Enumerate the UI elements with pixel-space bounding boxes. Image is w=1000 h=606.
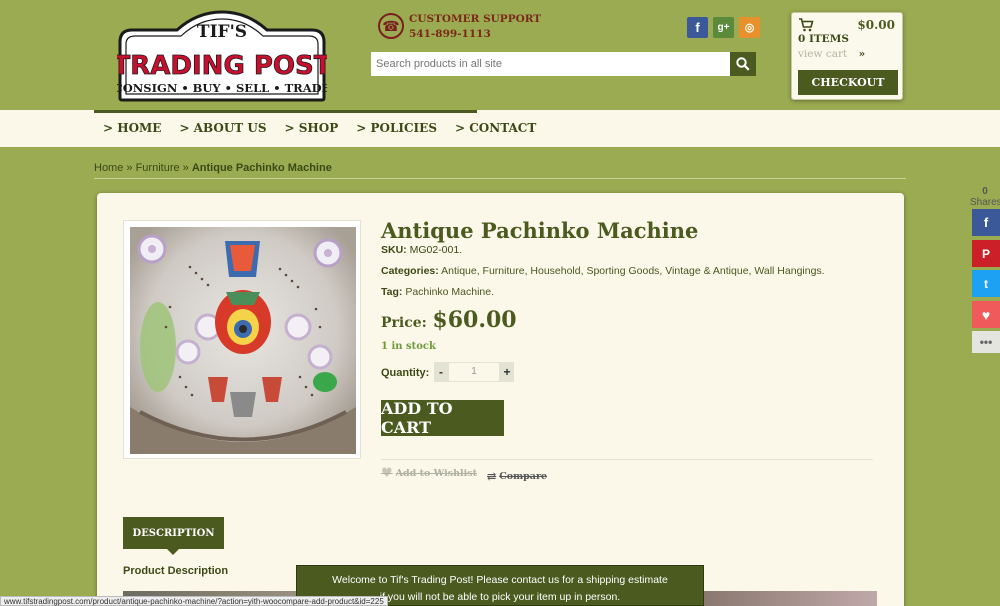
browser-status-url: www.tifstradingpost.com/product/antique-… — [0, 596, 388, 606]
nav-policies[interactable]: > POLICIES — [356, 121, 437, 135]
stock-status: 1 in stock — [381, 341, 436, 352]
svg-text:TIF'S: TIF'S — [197, 22, 247, 42]
compare-link[interactable]: ⇄ Compare — [487, 470, 547, 483]
sku-label: SKU: — [381, 244, 407, 256]
tag-link[interactable]: Pachinko Machine. — [405, 286, 494, 298]
product-image[interactable] — [123, 220, 361, 459]
breadcrumb-separator: » — [179, 162, 192, 174]
breadcrumb-current: Antique Pachinko Machine — [191, 162, 332, 174]
nav-contact[interactable]: > CONTACT — [455, 121, 536, 135]
rss-icon[interactable]: ◎ — [739, 17, 760, 38]
phone-icon: ☎ — [378, 13, 404, 39]
wishlist-label: Add to Wishlist — [395, 468, 477, 479]
search-input[interactable] — [371, 52, 730, 76]
search-bar — [371, 52, 756, 76]
search-button[interactable] — [730, 52, 756, 76]
svg-text:CONSIGN • BUY • SELL • TRADE: CONSIGN • BUY • SELL • TRADE — [117, 81, 327, 95]
view-cart-label: view cart — [798, 48, 848, 60]
quantity-stepper: - 1 + — [434, 362, 514, 382]
product-price: Price: $60.00 — [381, 307, 517, 333]
nav-about-us[interactable]: > ABOUT US — [179, 121, 266, 135]
quantity-label: Quantity: — [381, 367, 430, 379]
nav-shop[interactable]: > SHOP — [285, 121, 339, 135]
google-plus-icon[interactable]: g+ — [713, 17, 734, 38]
quantity-increase-button[interactable]: + — [500, 362, 514, 382]
description-image — [703, 591, 877, 606]
tag-label: Tag: — [381, 286, 403, 298]
breadcrumb-divider — [94, 178, 906, 179]
product-categories: Categories: Antique, Furniture, Househol… — [381, 265, 825, 277]
view-cart-link[interactable]: view cart » — [798, 48, 865, 60]
social-links: f g+ ◎ — [687, 17, 760, 38]
pachinko-machine-photo — [130, 227, 356, 454]
add-to-wishlist-link[interactable]: ♥ Add to Wishlist — [381, 466, 477, 481]
sku-value: MG02-001. — [409, 244, 463, 256]
product-sku: SKU: MG02-001. — [381, 244, 462, 256]
nav-accent-line — [94, 110, 477, 113]
svg-text:TRADING POST: TRADING POST — [117, 51, 327, 81]
share-count-label: Shares — [970, 197, 1000, 208]
logo-graphic: TIF'S TRADING POST CONSIGN • BUY • SELL … — [112, 10, 332, 102]
tab-description[interactable]: DESCRIPTION — [123, 517, 224, 555]
mini-cart: $0.00 0 ITEMS view cart » CHECKOUT — [791, 12, 903, 100]
breadcrumb-home[interactable]: Home — [94, 162, 123, 174]
add-to-cart-button[interactable]: ADD TO CART — [381, 399, 504, 437]
share-twitter-icon[interactable]: t — [972, 270, 1000, 297]
share-count-value: 0 — [982, 186, 988, 197]
cart-total: $0.00 — [857, 18, 895, 32]
search-icon — [736, 57, 750, 71]
nav-home[interactable]: > HOME — [103, 121, 161, 135]
share-pinterest-icon[interactable]: P — [972, 240, 1000, 267]
share-love-icon[interactable]: ♥ — [972, 301, 1000, 328]
product-description-heading: Product Description — [123, 565, 229, 577]
cart-icon[interactable] — [798, 18, 814, 32]
share-facebook-icon[interactable]: f — [972, 209, 1000, 236]
breadcrumb-category[interactable]: Furniture — [136, 162, 180, 174]
checkout-button[interactable]: CHECKOUT — [798, 70, 898, 95]
share-more-icon[interactable]: ••• — [972, 331, 1000, 353]
compare-label: Compare — [499, 471, 548, 482]
categories-label: Categories: — [381, 265, 439, 277]
customer-support: ☎ CUSTOMER SUPPORT 541-899-1113 — [378, 12, 541, 42]
price-amount: $60.00 — [432, 307, 517, 333]
notice-line-1: Welcome to Tif's Trading Post! Please co… — [332, 574, 668, 586]
cart-item-count: 0 ITEMS — [798, 33, 849, 45]
facebook-icon[interactable]: f — [687, 17, 708, 38]
compare-icon: ⇄ — [487, 470, 497, 483]
chevron-right-icon: » — [858, 48, 866, 60]
quantity-decrease-button[interactable]: - — [434, 362, 448, 382]
breadcrumb: Home » Furniture » Antique Pachinko Mach… — [94, 162, 332, 174]
share-counter: 0 Shares — [970, 186, 1000, 208]
categories-links[interactable]: Antique, Furniture, Household, Sporting … — [441, 265, 824, 277]
breadcrumb-separator: » — [123, 162, 136, 174]
product-title: Antique Pachinko Machine — [381, 218, 699, 243]
price-label: Price: — [381, 315, 427, 331]
support-label: CUSTOMER SUPPORT — [409, 13, 542, 25]
main-nav: > HOME > ABOUT US > SHOP > POLICIES > CO… — [103, 121, 554, 135]
site-logo[interactable]: TIF'S TRADING POST CONSIGN • BUY • SELL … — [112, 10, 332, 102]
support-phone[interactable]: 541-899-1113 — [409, 27, 541, 42]
heart-icon: ♥ — [381, 466, 393, 481]
quantity-input[interactable]: 1 — [448, 362, 500, 382]
divider — [381, 459, 873, 460]
product-tags: Tag: Pachinko Machine. — [381, 286, 494, 298]
